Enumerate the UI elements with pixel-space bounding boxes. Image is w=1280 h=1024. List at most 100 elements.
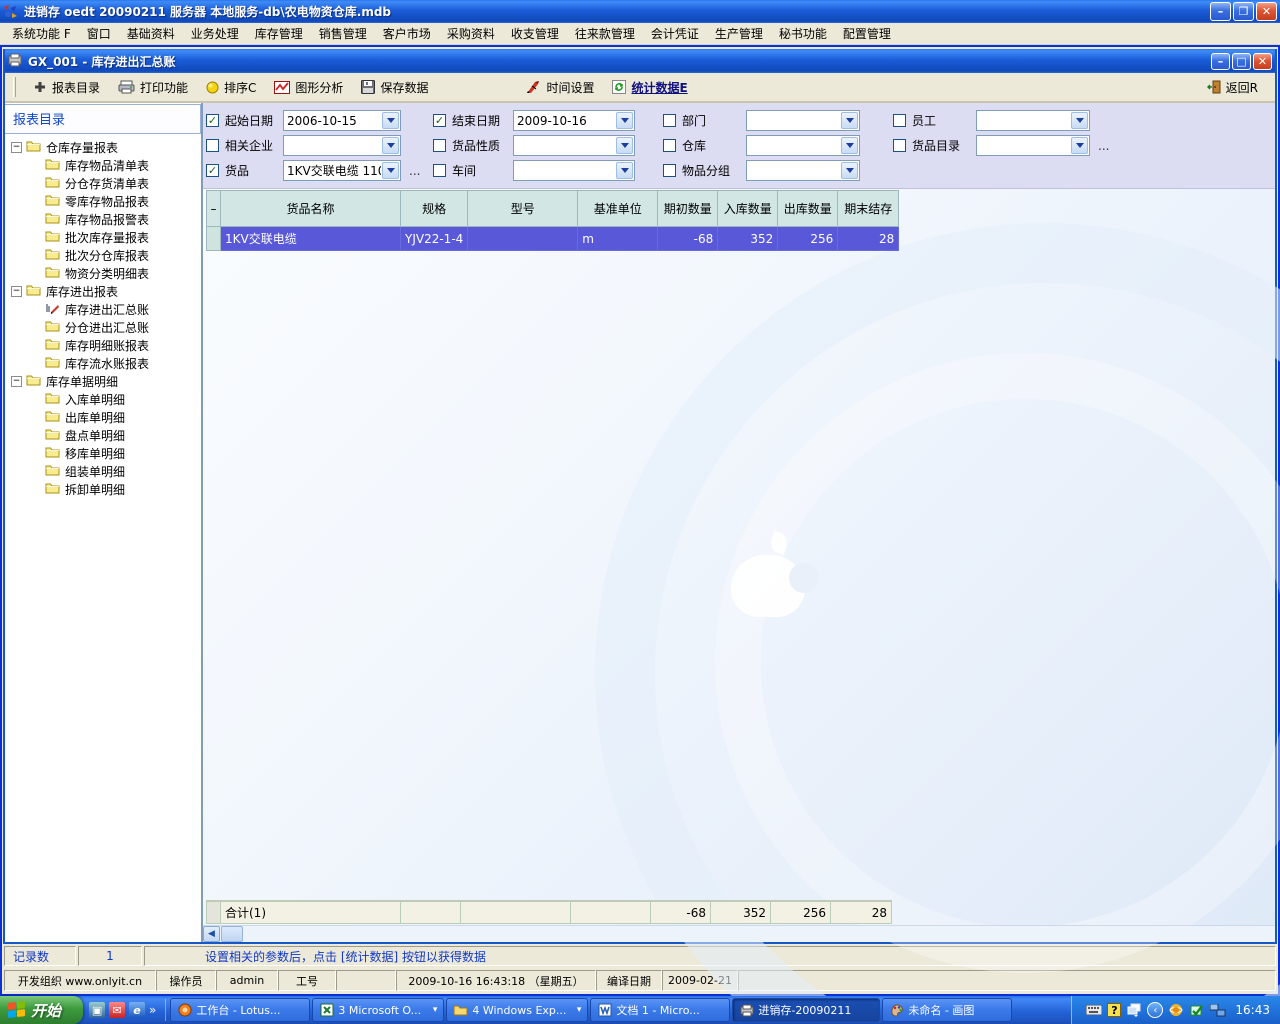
chevron-down-icon[interactable]: [616, 162, 633, 179]
menu-item[interactable]: 采购资料: [439, 23, 503, 44]
grid-column-header[interactable]: 货品名称: [220, 190, 401, 227]
filter-dropdown[interactable]: [746, 135, 860, 156]
tree-item[interactable]: 移库单明细: [5, 444, 201, 462]
tree-item[interactable]: 批次分仓库报表: [5, 246, 201, 264]
time-settings-button[interactable]: 时间设置: [517, 76, 603, 99]
tree-item[interactable]: 拆卸单明细: [5, 480, 201, 498]
filter-checkbox[interactable]: [663, 164, 676, 177]
grid-column-header[interactable]: 期初数量: [657, 190, 719, 227]
chevron-down-icon[interactable]: [1071, 112, 1088, 129]
chevron-down-icon[interactable]: [841, 137, 858, 154]
menu-item[interactable]: 收支管理: [503, 23, 567, 44]
restore-button[interactable]: ❐: [1233, 2, 1254, 21]
taskbar-task[interactable]: 工作台 - Lotus...: [170, 998, 311, 1022]
start-button[interactable]: 开始: [0, 996, 84, 1024]
filter-dropdown[interactable]: 2009-10-16: [513, 110, 635, 131]
tree-item[interactable]: 分仓存货清单表: [5, 174, 201, 192]
window-switch-icon[interactable]: [1126, 1002, 1142, 1018]
tree-item-current[interactable]: 库存进出汇总账: [5, 300, 201, 318]
filter-dropdown[interactable]: [746, 160, 860, 181]
chevron-down-icon[interactable]: [382, 137, 399, 154]
network-icon[interactable]: [1210, 1002, 1226, 1018]
taskbar-task[interactable]: 文档 1 - Micro...: [590, 998, 731, 1022]
filter-dropdown[interactable]: [283, 135, 401, 156]
menu-item[interactable]: 配置管理: [835, 23, 899, 44]
filter-dropdown[interactable]: [513, 135, 635, 156]
filter-checkbox[interactable]: [893, 139, 906, 152]
grid-column-header[interactable]: 基准单位: [577, 190, 659, 227]
filter-dropdown[interactable]: 1KV交联电缆 110(: [283, 160, 401, 181]
chevron-down-icon[interactable]: [616, 112, 633, 129]
tree-item[interactable]: 入库单明细: [5, 390, 201, 408]
filter-checkbox[interactable]: ✓: [433, 114, 446, 127]
minimize-button[interactable]: –: [1210, 2, 1231, 21]
keyboard-icon[interactable]: [1086, 1002, 1103, 1018]
tree-item[interactable]: − 仓库存量报表: [5, 138, 201, 156]
filter-dropdown[interactable]: [513, 160, 635, 181]
tree-item[interactable]: 库存物品报警表: [5, 210, 201, 228]
chart-analysis-button[interactable]: 图形分析: [265, 76, 352, 99]
collapse-icon[interactable]: −: [11, 141, 22, 153]
tree-item[interactable]: 库存明细账报表: [5, 336, 201, 354]
tree-item[interactable]: 库存物品清单表: [5, 156, 201, 174]
tree-item[interactable]: 盘点单明细: [5, 426, 201, 444]
tree-item[interactable]: 物资分类明细表: [5, 264, 201, 282]
menu-item[interactable]: 往来款管理: [567, 23, 643, 44]
menu-item[interactable]: 业务处理: [183, 23, 247, 44]
tree-item[interactable]: 批次库存量报表: [5, 228, 201, 246]
filter-checkbox[interactable]: [433, 139, 446, 152]
filter-checkbox[interactable]: [893, 114, 906, 127]
chevron-down-icon[interactable]: [382, 162, 399, 179]
chevron-down-icon[interactable]: [616, 137, 633, 154]
menu-item[interactable]: 系统功能 F: [4, 23, 79, 44]
chevron-down-icon[interactable]: [1071, 137, 1088, 154]
menu-item[interactable]: 秘书功能: [771, 23, 835, 44]
printer-button[interactable]: 打印功能: [109, 76, 197, 99]
filter-checkbox[interactable]: [663, 139, 676, 152]
collapse-icon[interactable]: −: [11, 375, 22, 387]
grid-column-header[interactable]: –: [206, 190, 221, 227]
taskbar-task[interactable]: 进销存-20090211: [732, 998, 881, 1022]
report-list-button[interactable]: 报表目录: [24, 76, 109, 99]
tree-item[interactable]: − 库存进出报表: [5, 282, 201, 300]
sort-button[interactable]: 排序C: [197, 76, 265, 99]
grid-column-header[interactable]: 规格: [399, 190, 469, 227]
save-button[interactable]: 保存数据: [352, 76, 437, 99]
return-button[interactable]: 返回R: [1198, 76, 1267, 99]
filter-dropdown[interactable]: [746, 110, 860, 131]
tree-item[interactable]: 分仓进出汇总账: [5, 318, 201, 336]
filter-checkbox[interactable]: ✓: [206, 114, 219, 127]
close-button[interactable]: ✕: [1256, 2, 1277, 21]
filter-checkbox[interactable]: [206, 139, 219, 152]
filter-checkbox[interactable]: ✓: [206, 164, 219, 177]
filter-checkbox[interactable]: [433, 164, 446, 177]
hide-tray-icons-button[interactable]: ‹: [1147, 1002, 1164, 1018]
filter-dropdown[interactable]: 2006-10-15: [283, 110, 401, 131]
tree-item[interactable]: 零库存物品报表: [5, 192, 201, 210]
filter-checkbox[interactable]: [663, 114, 676, 127]
collapse-icon[interactable]: −: [11, 285, 22, 297]
tree-item[interactable]: 出库单明细: [5, 408, 201, 426]
tree-item[interactable]: 库存流水账报表: [5, 354, 201, 372]
grid-selected-row[interactable]: 1KV交联电缆 YJV22-1-4 m -68 352 256 28: [206, 226, 900, 251]
horizontal-scrollbar[interactable]: ◀: [203, 925, 1275, 942]
quicklaunch-window-icon[interactable]: ▣: [89, 1002, 106, 1018]
tree-item[interactable]: 组装单明细: [5, 462, 201, 480]
internet-explorer-icon[interactable]: e: [129, 1002, 146, 1018]
grid-column-header[interactable]: 入库数量: [717, 190, 779, 227]
report-maximize-button[interactable]: □: [1232, 52, 1251, 70]
stats-refresh-button[interactable]: 统计数据E: [603, 76, 696, 99]
quicklaunch-overflow-chevron[interactable]: »: [149, 1003, 156, 1017]
menu-item[interactable]: 销售管理: [311, 23, 375, 44]
taskbar-task[interactable]: 未命名 - 画图: [882, 998, 1013, 1022]
task-group-caret-icon[interactable]: ▾: [433, 1005, 438, 1015]
menu-item[interactable]: 会计凭证: [643, 23, 707, 44]
filter-more-ellipsis[interactable]: ...: [409, 164, 420, 178]
ie-globe-icon[interactable]: [1168, 1002, 1184, 1018]
quicklaunch-mail-icon[interactable]: ✉: [109, 1002, 126, 1018]
report-minimize-button[interactable]: –: [1211, 52, 1230, 70]
status-check-icon[interactable]: [1189, 1002, 1205, 1018]
chevron-down-icon[interactable]: [382, 112, 399, 129]
menu-item[interactable]: 客户市场: [375, 23, 439, 44]
chevron-down-icon[interactable]: [841, 112, 858, 129]
